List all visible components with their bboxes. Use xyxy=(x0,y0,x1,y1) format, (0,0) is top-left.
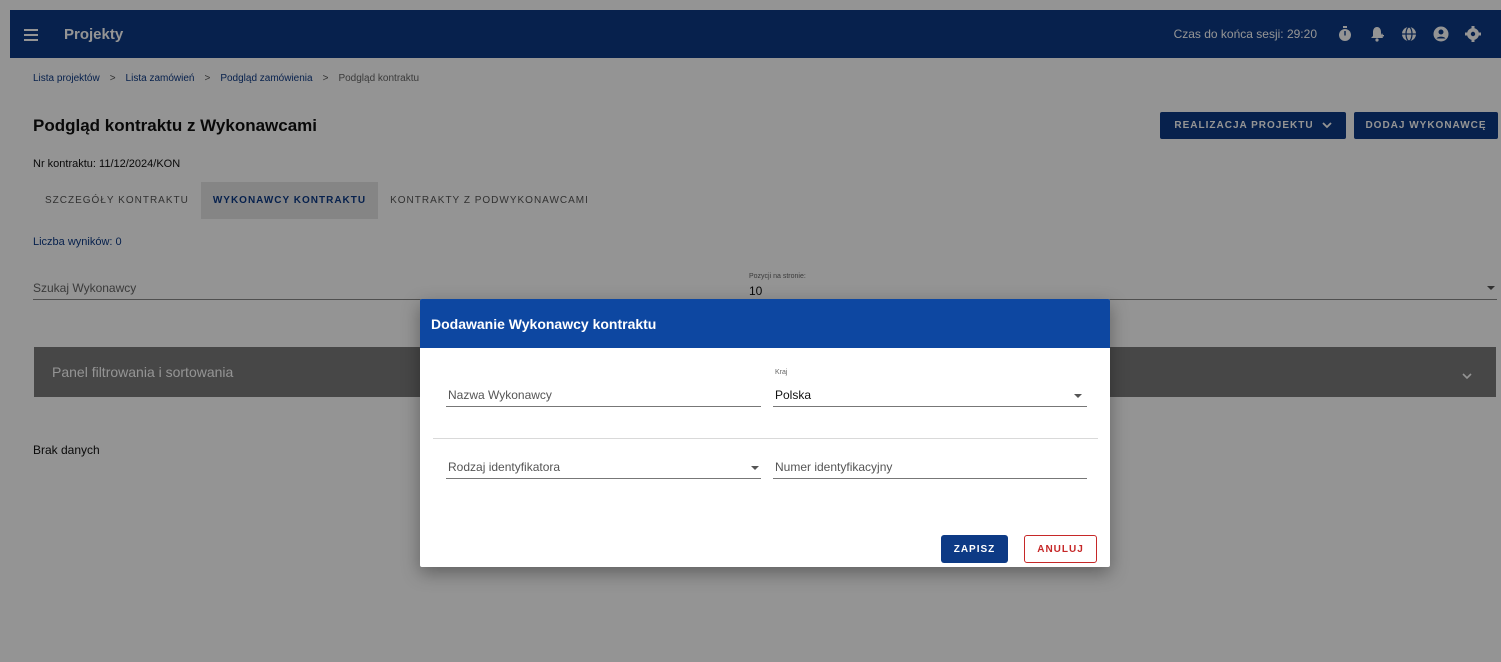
identifier-type-placeholder: Rodzaj identyfikatora xyxy=(448,460,561,474)
dialog-divider xyxy=(433,438,1098,439)
identifier-number-input[interactable]: Numer identyfikacyjny xyxy=(773,449,1087,479)
cancel-button[interactable]: ANULUJ xyxy=(1024,535,1097,563)
identifier-number-placeholder: Numer identyfikacyjny xyxy=(775,460,893,474)
country-value: Polska xyxy=(775,388,812,402)
dialog-title: Dodawanie Wykonawcy kontraktu xyxy=(420,299,1110,348)
dropdown-arrow-icon xyxy=(751,466,759,470)
country-label: Kraj xyxy=(775,369,788,376)
contractor-name-input[interactable]: Nazwa Wykonawcy xyxy=(446,377,761,407)
identifier-type-select[interactable]: Rodzaj identyfikatora xyxy=(446,449,761,479)
contractor-name-placeholder: Nazwa Wykonawcy xyxy=(448,388,552,402)
dropdown-arrow-icon xyxy=(1074,394,1082,398)
add-contractor-dialog: Dodawanie Wykonawcy kontraktu Nazwa Wyko… xyxy=(420,299,1110,567)
save-button[interactable]: ZAPISZ xyxy=(941,535,1008,563)
country-select[interactable]: Kraj Polska xyxy=(773,369,1087,407)
